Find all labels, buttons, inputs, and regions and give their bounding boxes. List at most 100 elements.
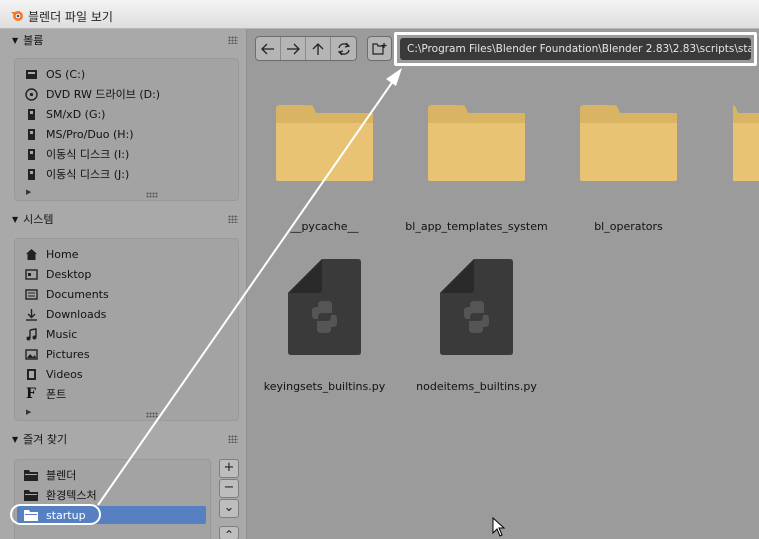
system-label: Home (46, 247, 79, 261)
system-label: 폰트 (46, 388, 67, 401)
font-icon: F (26, 386, 36, 402)
move-down-button[interactable]: ⌄ (219, 499, 239, 518)
favorites-panel-header[interactable]: ▼ 즐겨 찾기 (12, 430, 67, 448)
favorite-label: 블렌더 (46, 469, 77, 482)
python-file-icon (288, 259, 361, 355)
navigation-buttons (255, 36, 357, 61)
system-item-home[interactable]: Home (24, 245, 78, 263)
removable-icon (24, 107, 38, 121)
folder-icon (276, 105, 373, 181)
collapse-triangle-icon: ▼ (12, 434, 19, 444)
resize-grip-icon[interactable] (146, 192, 158, 198)
path-highlight-frame: C:\Program Files\Blender Foundation\Blen… (394, 32, 757, 66)
volume-item-j[interactable]: 이동식 디스크 (J:) (24, 165, 129, 183)
system-list: Home Desktop Documents Downloads Music P… (14, 238, 239, 421)
volume-label: 이동식 디스크 (J:) (46, 168, 130, 181)
system-label: Music (46, 327, 78, 341)
volume-label: DVD RW 드라이브 (D:) (46, 88, 161, 101)
folder-icon (580, 105, 677, 181)
new-folder-icon (372, 43, 387, 55)
file-item-pycache[interactable]: __pycache__ (276, 105, 373, 233)
drag-grip-icon[interactable] (228, 435, 238, 443)
directory-path-field[interactable]: C:\Program Files\Blender Foundation\Blen… (400, 38, 751, 60)
arrow-left-icon (261, 43, 274, 54)
folder-icon (428, 105, 525, 181)
volumes-panel-header[interactable]: ▼ 볼륨 (12, 31, 43, 49)
volume-item-h[interactable]: MS/Pro/Duo (H:) (24, 125, 134, 143)
volumes-list: OS (C:) DVD RW 드라이브 (D:) SM/xD (G:) MS/P… (14, 58, 239, 201)
expand-arrow-icon[interactable]: ▶ (26, 408, 31, 416)
system-label: Videos (46, 367, 83, 381)
favorites-title: 즐겨 찾기 (23, 433, 68, 446)
back-button[interactable] (256, 37, 281, 60)
music-icon (24, 327, 38, 341)
python-file-icon (440, 259, 513, 355)
arrow-up-icon (312, 42, 324, 55)
desktop-icon (24, 267, 38, 281)
file-name: bl_operators (594, 220, 663, 233)
volume-label: SM/xD (G:) (46, 107, 106, 121)
blender-logo-icon (11, 11, 23, 21)
window-title: 블렌더 파일 보기 (28, 10, 113, 24)
mouse-cursor-icon (492, 517, 506, 537)
system-item-documents[interactable]: Documents (24, 285, 109, 303)
system-item-downloads[interactable]: Downloads (24, 305, 106, 323)
file-name: keyingsets_builtins.py (263, 380, 386, 393)
move-up-button[interactable]: ⌃ (219, 526, 239, 539)
favorites-list: 블렌더 환경텍스처 startup (14, 459, 211, 539)
volumes-title: 볼륨 (23, 34, 44, 47)
volume-item-c[interactable]: OS (C:) (24, 65, 85, 83)
file-item-bl-app-templates-system[interactable]: bl_app_templates_system (405, 105, 548, 233)
system-panel-header[interactable]: ▼ 시스템 (12, 210, 54, 228)
favorite-item-envtexture[interactable]: 환경텍스처 (24, 486, 97, 504)
parent-directory-button[interactable] (306, 37, 331, 60)
system-item-pictures[interactable]: Pictures (24, 345, 90, 363)
favorite-label: 환경텍스처 (46, 489, 97, 502)
resize-grip-icon[interactable] (146, 412, 158, 418)
folder-icon (24, 488, 38, 502)
videos-icon (24, 367, 38, 381)
file-name: nodeitems_builtins.py (416, 380, 537, 393)
volume-label: 이동식 디스크 (I:) (46, 148, 130, 161)
file-item-nodeitems-builtins[interactable]: nodeitems_builtins.py (416, 259, 537, 393)
pictures-icon (24, 347, 38, 361)
collapse-triangle-icon: ▼ (12, 35, 19, 45)
folder-icon (24, 468, 38, 482)
file-item-bl-operators[interactable]: bl_operators (580, 105, 677, 233)
add-favorite-button[interactable]: + (219, 459, 239, 478)
remove-favorite-button[interactable]: − (219, 479, 239, 498)
collapse-triangle-icon: ▼ (12, 214, 19, 224)
file-item-keyingsets-builtins[interactable]: keyingsets_builtins.py (264, 259, 385, 393)
removable-icon (24, 167, 38, 181)
downloads-icon (24, 307, 38, 321)
volume-item-d[interactable]: DVD RW 드라이브 (D:) (24, 85, 160, 103)
favorite-item-blender[interactable]: 블렌더 (24, 466, 76, 484)
volume-item-i[interactable]: 이동식 디스크 (I:) (24, 145, 129, 163)
drag-grip-icon[interactable] (228, 36, 238, 44)
highlight-ring (10, 504, 101, 525)
system-item-desktop[interactable]: Desktop (24, 265, 91, 283)
removable-icon (24, 127, 38, 141)
system-label: Downloads (46, 307, 107, 321)
volume-item-g[interactable]: SM/xD (G:) (24, 105, 105, 123)
refresh-button[interactable] (331, 37, 356, 60)
file-name: __pycache__ (290, 220, 359, 233)
documents-icon (24, 287, 38, 301)
system-label: Pictures (46, 347, 90, 361)
volume-label: OS (C:) (46, 67, 86, 81)
system-item-music[interactable]: Music (24, 325, 77, 343)
cd-icon (24, 87, 38, 101)
expand-arrow-icon[interactable]: ▶ (26, 188, 31, 196)
forward-button[interactable] (281, 37, 306, 60)
system-item-fonts[interactable]: F 폰트 (24, 385, 66, 403)
removable-icon (24, 147, 38, 161)
sidebar: ▼ 볼륨 OS (C:) DVD RW 드라이브 (D:) SM/xD (G:)… (0, 29, 247, 539)
new-directory-button[interactable] (367, 36, 392, 61)
list-footer: ▶ (26, 408, 236, 420)
file-item-partial[interactable] (733, 105, 759, 181)
file-name: bl_app_templates_system (405, 220, 548, 233)
system-item-videos[interactable]: Videos (24, 365, 83, 383)
system-label: Desktop (46, 267, 92, 281)
drag-grip-icon[interactable] (228, 215, 238, 223)
volume-label: MS/Pro/Duo (H:) (46, 127, 134, 141)
